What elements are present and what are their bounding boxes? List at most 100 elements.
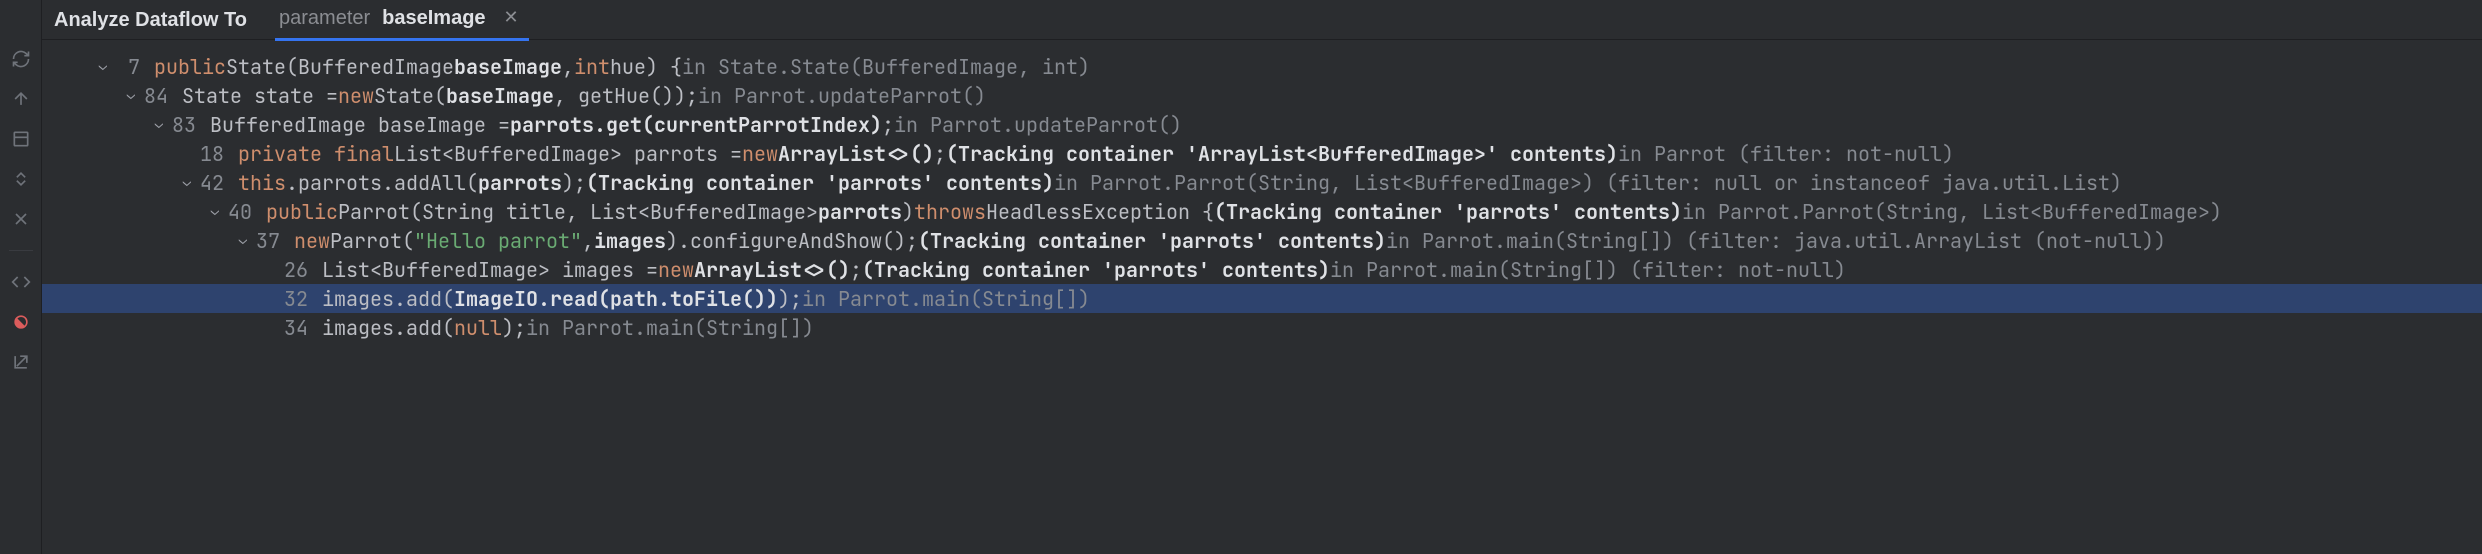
code-segment: in Parrot (filter: not-null) [1618,140,1954,168]
code-segment: hue) { [610,53,682,81]
line-number: 32 [280,285,308,313]
code-segment: HeadlessException { [986,198,1214,226]
code-segment: parrots [478,169,562,197]
code-segment: ArrayList<>() [694,256,850,284]
code-segment: private final [238,140,394,168]
line-number: 34 [280,314,308,342]
code-segment: in Parrot.main(String[]) [526,314,814,342]
code-segment: State state = [182,82,338,110]
tree-row[interactable]: ⌄37 new Parrot("Hello parrot", images).co… [42,226,2482,255]
tab-baseimage[interactable]: parameter baseImage ✕ [275,0,529,41]
code-segment: throws [914,198,986,226]
close-icon[interactable]: ✕ [498,5,525,30]
tree-row[interactable]: ⌄26List<BufferedImage> images = new Arra… [42,255,2482,284]
tree-row[interactable]: ⌄42 this.parrots.addAll(parrots); (Tracki… [42,168,2482,197]
toolbar [0,0,42,554]
tree-row[interactable]: ⌄7public State(BufferedImage baseImage, … [42,52,2482,81]
code-segment: State( [374,82,446,110]
line-number: 84 [140,82,168,110]
record-icon[interactable] [10,311,32,333]
code-segment: this [238,169,286,197]
code-segment: new [338,82,374,110]
code-segment: null [454,314,502,342]
code-segment: new [742,140,778,168]
tool-window-title: Analyze Dataflow To [54,6,247,34]
line-number: 42 [196,169,224,197]
code-segment: List<BufferedImage> images = [322,256,658,284]
tab-label: baseImage [382,4,485,32]
expand-collapse-icon[interactable] [10,168,32,190]
line-number: 18 [196,140,224,168]
tree-row[interactable]: ⌄83 BufferedImage baseImage = parrots.get… [42,110,2482,139]
code-segment: , getHue()); [554,82,698,110]
code-segment: Parrot(String title, List<BufferedImage> [338,198,818,226]
export-icon[interactable] [10,351,32,373]
scroll-to-icon[interactable] [10,88,32,110]
tree-row[interactable]: ⌄84 State state = new State(baseImage, ge… [42,81,2482,110]
close-tool-icon[interactable] [10,208,32,230]
code-segment: (Tracking container 'parrots' contents) [586,169,1054,197]
code-segment: in Parrot.main(String[]) (filter: java.u… [1386,227,2166,255]
tree-row[interactable]: ⌄18private final List<BufferedImage> par… [42,139,2482,168]
code-segment: ImageIO.read(path.toFile()) [454,285,778,313]
code-segment: images [594,227,666,255]
code-segment: parrots [818,198,902,226]
code-segment: new [294,227,330,255]
code-segment: ; [850,256,862,284]
code-segment: int [574,53,610,81]
tree-row[interactable]: ⌄32images.add(ImageIO.read(path.toFile()… [42,284,2482,313]
code-segment: in Parrot.main(String[]) [802,285,1090,313]
code-segment: Parrot( [330,227,414,255]
code-segment: ) [902,198,914,226]
code-segment: new [658,256,694,284]
code-segment: , [562,53,574,81]
code-segment: (Tracking container 'parrots' contents) [918,227,1386,255]
code-segment: ).configureAndShow(); [666,227,918,255]
code-segment: ); [778,285,802,313]
chevron-down-icon[interactable]: ⌄ [178,173,196,193]
line-number: 26 [280,256,308,284]
main-panel: Analyze Dataflow To parameter baseImage … [42,0,2482,554]
code-segment: (Tracking container 'ArrayList<BufferedI… [946,140,1618,168]
code-segment: ); [502,314,526,342]
line-number: 37 [252,227,280,255]
code-segment: ); [562,169,586,197]
refresh-icon[interactable] [10,48,32,70]
chevron-down-icon[interactable]: ⌄ [122,86,140,106]
code-icon[interactable] [10,271,32,293]
code-segment: in Parrot.Parrot(String, List<BufferedIm… [1054,169,2122,197]
line-number: 7 [112,53,140,81]
code-segment: (Tracking container 'parrots' contents) [1214,198,1682,226]
code-segment: in Parrot.updateParrot() [698,82,986,110]
chevron-down-icon[interactable]: ⌄ [94,57,112,77]
code-segment: .parrots.addAll( [286,169,478,197]
line-number: 83 [168,111,196,139]
separator [9,250,33,251]
layout-icon[interactable] [10,128,32,150]
code-segment: in State.State(BufferedImage, int) [682,53,1090,81]
code-segment: images.add( [322,285,454,313]
code-segment: images.add( [322,314,454,342]
code-segment: ; [934,140,946,168]
code-segment: BufferedImage baseImage = [210,111,510,139]
chevron-down-icon[interactable]: ⌄ [150,115,168,135]
code-segment: ; [882,111,894,139]
code-segment: in Parrot.Parrot(String, List<BufferedIm… [1682,198,2222,226]
tree-row[interactable]: ⌄40 public Parrot(String title, List<Buff… [42,197,2482,226]
chevron-down-icon[interactable]: ⌄ [206,202,224,222]
code-segment: , [582,227,594,255]
code-segment: in Parrot.updateParrot() [894,111,1182,139]
dataflow-tree[interactable]: ⌄7public State(BufferedImage baseImage, … [42,40,2482,354]
code-segment: List<BufferedImage> parrots = [394,140,742,168]
code-segment: public [154,53,226,81]
line-number: 40 [224,198,252,226]
tree-row[interactable]: ⌄34images.add(null); in Parrot.main(Stri… [42,313,2482,342]
code-segment: public [266,198,338,226]
chevron-down-icon[interactable]: ⌄ [234,231,252,251]
code-segment: baseImage [446,82,554,110]
header: Analyze Dataflow To parameter baseImage … [42,0,2482,40]
code-segment: "Hello parrot" [414,227,582,255]
code-segment: parrots.get(currentParrotIndex) [510,111,882,139]
code-segment: ArrayList<>() [778,140,934,168]
code-segment: in Parrot.main(String[]) (filter: not-nu… [1330,256,1846,284]
